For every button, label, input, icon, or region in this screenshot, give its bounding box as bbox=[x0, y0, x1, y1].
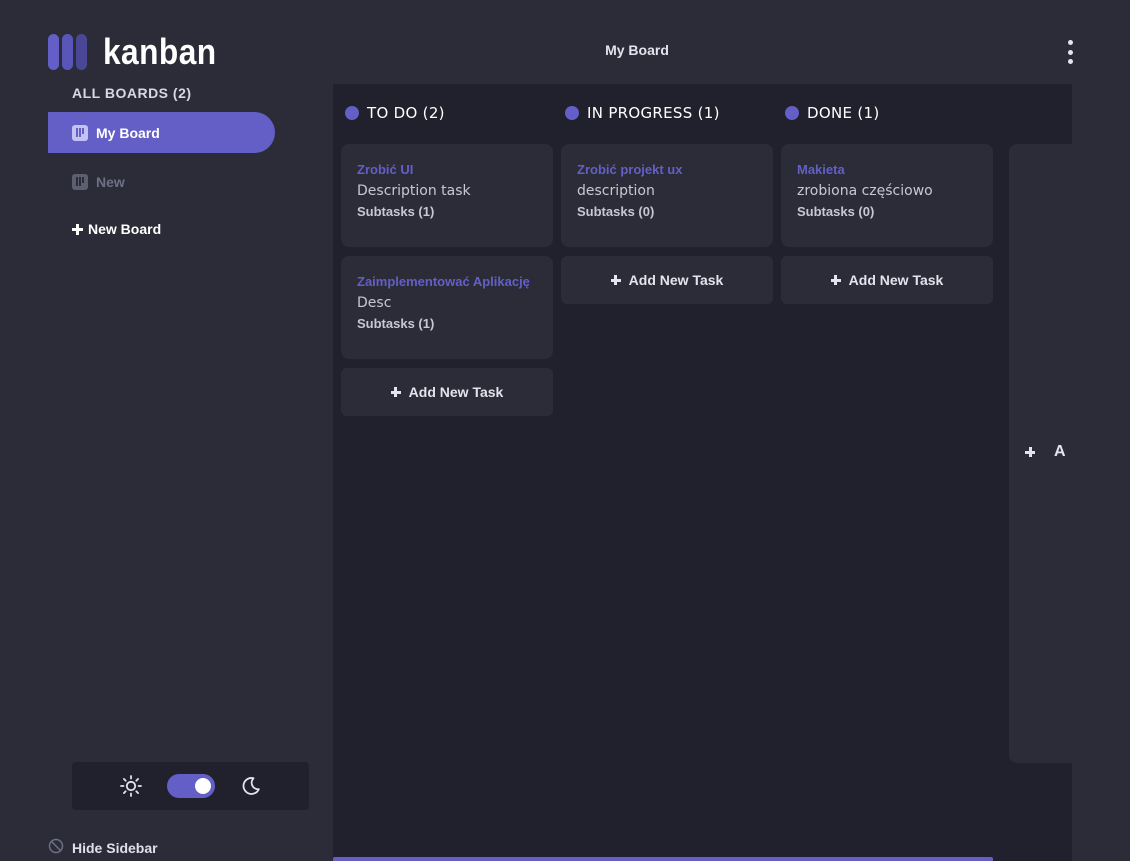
new-column-button[interactable]: A bbox=[1009, 144, 1072, 763]
add-new-task-button[interactable]: Add New Task bbox=[561, 256, 773, 304]
task-description: zrobiona częściowo bbox=[797, 183, 933, 199]
plus-icon bbox=[72, 223, 83, 235]
toggle-knob bbox=[194, 778, 211, 794]
column-dot-icon bbox=[345, 106, 359, 120]
add-new-task-button[interactable]: Add New Task bbox=[341, 368, 553, 416]
kebab-menu-icon[interactable] bbox=[1060, 38, 1080, 66]
column-title: DONE (1) bbox=[807, 104, 880, 122]
sun-icon bbox=[119, 774, 143, 798]
task-card[interactable]: Zrobić UI Description task Subtasks (1) bbox=[341, 144, 553, 247]
task-title: Zaimplementować Aplikację bbox=[357, 274, 530, 289]
task-description: description bbox=[577, 183, 655, 199]
hide-sidebar-label: Hide Sidebar bbox=[72, 839, 158, 856]
task-description: Desc bbox=[357, 295, 392, 311]
column-header: IN PROGRESS (1) bbox=[565, 104, 720, 122]
task-description: Description task bbox=[357, 183, 471, 199]
add-task-label: Add New Task bbox=[408, 384, 504, 400]
task-subtasks: Subtasks (1) bbox=[357, 316, 435, 331]
new-board-label: New Board bbox=[88, 221, 162, 237]
task-card[interactable]: Makieta zrobiona częściowo Subtasks (0) bbox=[781, 144, 993, 247]
theme-toggle[interactable] bbox=[166, 774, 215, 798]
plus-icon bbox=[610, 275, 621, 285]
board-area: TO DO (2) Zrobić UI Description task Sub… bbox=[333, 84, 1072, 861]
kanban-logo: kanban bbox=[48, 31, 232, 72]
sidebar-item-new[interactable]: New bbox=[48, 161, 275, 202]
sidebar-item-my-board[interactable]: My Board bbox=[48, 112, 275, 153]
horizontal-scrollbar[interactable] bbox=[333, 857, 993, 861]
plus-icon bbox=[830, 275, 841, 285]
add-task-label: Add New Task bbox=[848, 272, 944, 288]
task-card[interactable]: Zaimplementować Aplikację Desc Subtasks … bbox=[341, 256, 553, 359]
column-dot-icon bbox=[565, 106, 579, 120]
task-title: Makieta bbox=[797, 162, 845, 177]
moon-icon bbox=[239, 774, 263, 798]
logo-icon bbox=[48, 34, 87, 70]
task-title: Zrobić projekt ux bbox=[577, 162, 683, 177]
plus-icon bbox=[1025, 447, 1035, 457]
eye-slash-icon bbox=[48, 838, 64, 857]
task-title: Zrobić UI bbox=[357, 162, 414, 177]
theme-switcher bbox=[72, 762, 309, 810]
new-board-button[interactable]: New Board bbox=[72, 221, 161, 237]
column-title: TO DO (2) bbox=[367, 104, 445, 122]
add-new-task-button[interactable]: Add New Task bbox=[781, 256, 993, 304]
board-icon bbox=[72, 124, 88, 141]
board-icon bbox=[72, 173, 88, 190]
task-card[interactable]: Zrobić projekt ux description Subtasks (… bbox=[561, 144, 773, 247]
column-dot-icon bbox=[785, 106, 799, 120]
plus-icon bbox=[390, 387, 401, 397]
all-boards-label: ALL BOARDS (2) bbox=[72, 85, 192, 101]
task-subtasks: Subtasks (0) bbox=[797, 204, 875, 219]
column-header: TO DO (2) bbox=[345, 104, 445, 122]
sidebar-item-label: My Board bbox=[96, 124, 160, 141]
column-header: DONE (1) bbox=[785, 104, 879, 122]
sidebar-item-label: New bbox=[96, 173, 125, 190]
column-title: IN PROGRESS (1) bbox=[587, 104, 720, 122]
hide-sidebar-button[interactable]: Hide Sidebar bbox=[48, 838, 158, 857]
logo-text: kanban bbox=[103, 31, 217, 72]
task-subtasks: Subtasks (1) bbox=[357, 204, 435, 219]
board-title: My Board bbox=[605, 42, 669, 58]
task-subtasks: Subtasks (0) bbox=[577, 204, 655, 219]
add-task-label: Add New Task bbox=[628, 272, 724, 288]
new-column-label: A bbox=[1054, 443, 1066, 460]
